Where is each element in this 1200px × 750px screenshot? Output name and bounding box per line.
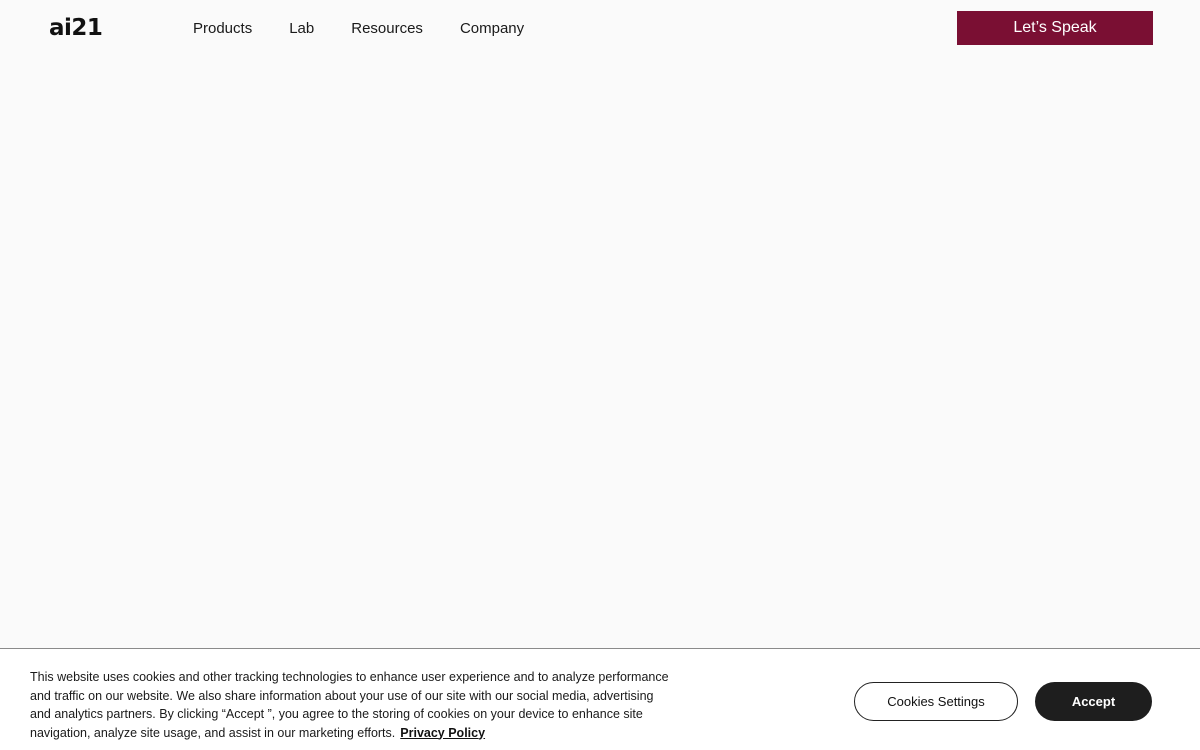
site-header: ai21 Products Lab Resources Company Let’…	[0, 0, 1200, 58]
nav-item-resources[interactable]: Resources	[351, 19, 423, 39]
lets-speak-button[interactable]: Let’s Speak	[957, 11, 1153, 45]
nav-item-company[interactable]: Company	[460, 19, 524, 39]
ai21-logo[interactable]: ai21	[49, 15, 103, 41]
cookie-banner: This website uses cookies and other trac…	[0, 648, 1200, 750]
cookies-settings-button[interactable]: Cookies Settings	[854, 682, 1018, 721]
page: ai21 Products Lab Resources Company Let’…	[0, 0, 1200, 750]
cookie-notice-text: This website uses cookies and other trac…	[30, 670, 669, 740]
accept-cookies-button[interactable]: Accept	[1035, 682, 1152, 721]
nav-item-products[interactable]: Products	[193, 19, 252, 39]
cookie-notice: This website uses cookies and other trac…	[30, 668, 670, 742]
privacy-policy-link[interactable]: Privacy Policy	[400, 726, 485, 740]
nav-item-lab[interactable]: Lab	[289, 19, 314, 39]
main-nav: Products Lab Resources Company	[193, 19, 524, 39]
